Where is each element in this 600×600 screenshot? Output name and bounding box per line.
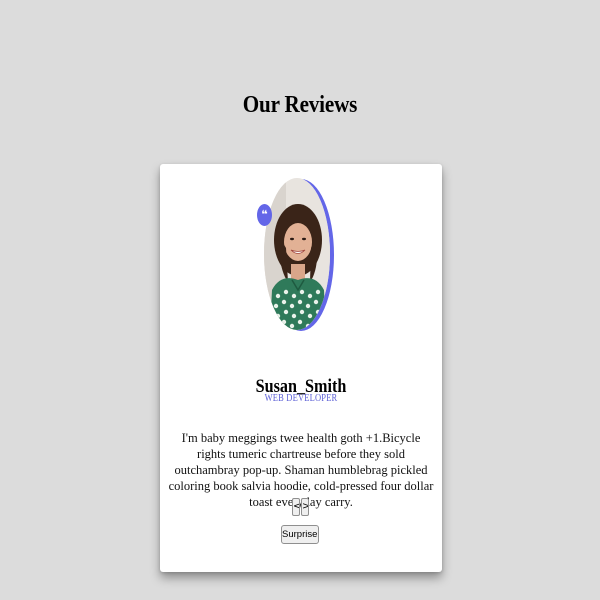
page-title: Our Reviews [242,92,358,119]
review-navigation: < > [292,498,309,516]
portrait-container [264,178,336,332]
review-card: ❝ Susan_Smith WEB DEVELOPER I'm baby meg… [160,164,442,572]
next-button[interactable]: > [301,498,309,516]
quote-icon: ❝ [257,204,272,226]
author-avatar [264,178,330,330]
surprise-me-button[interactable]: Surprise Me [281,525,319,544]
author-job: WEB DEVELOPER [264,393,338,404]
prev-button[interactable]: < [292,498,300,516]
avatar-photo [264,178,330,330]
